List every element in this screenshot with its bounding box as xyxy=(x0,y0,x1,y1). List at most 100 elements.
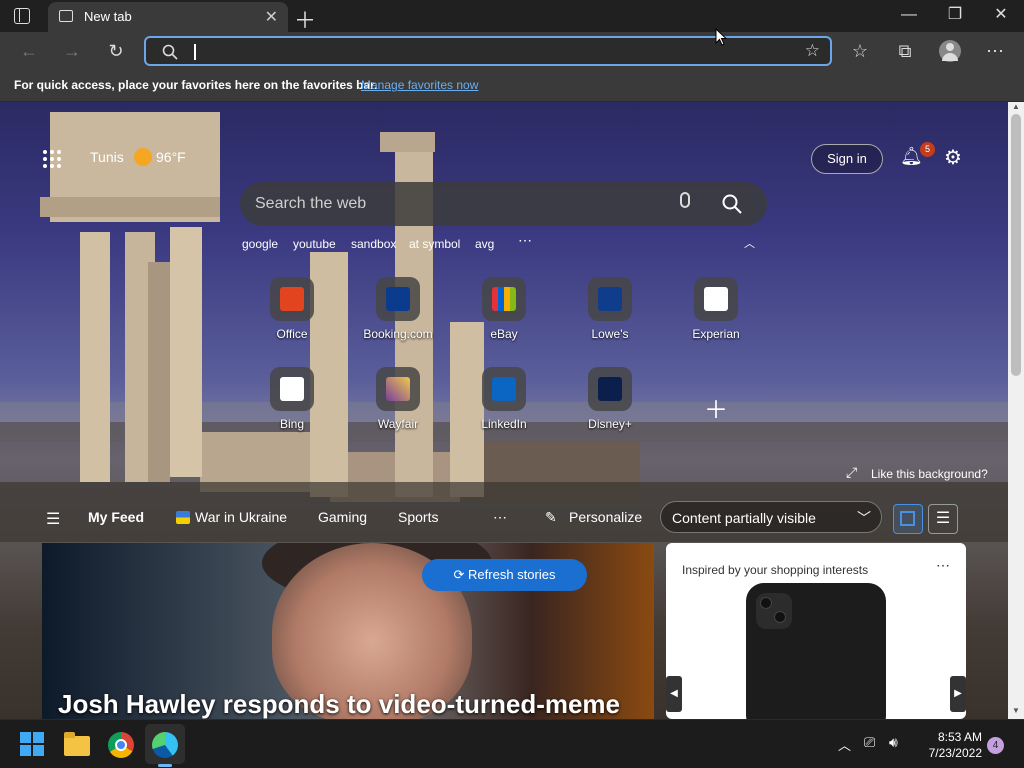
close-tab-icon[interactable]: ✕ xyxy=(265,7,278,27)
volume-icon[interactable]: 🔊︎ xyxy=(889,734,898,751)
favorites-icon[interactable]: ☆ xyxy=(845,36,875,66)
text-caret xyxy=(194,44,196,60)
refresh-icon: ⟳ xyxy=(453,567,469,582)
list-view-button[interactable]: ☰ xyxy=(928,504,958,534)
quick-link-label: Bing xyxy=(279,417,305,431)
refresh-stories-button[interactable]: ⟳ Refresh stories xyxy=(422,559,587,591)
address-bar[interactable]: ☆ xyxy=(144,36,832,66)
suggestion-at-symbol[interactable]: at symbol xyxy=(409,237,460,251)
search-icon xyxy=(162,44,178,60)
edge-icon[interactable] xyxy=(152,732,178,758)
web-search-box[interactable]: Search the web xyxy=(240,182,767,226)
tab-new-tab[interactable]: New tab ✕ xyxy=(48,2,288,32)
content-visibility-dropdown[interactable]: Content partially visible ﹀ xyxy=(660,501,882,533)
my-feed-tab[interactable]: My Feed xyxy=(88,509,144,525)
clock-date: 7/23/2022 xyxy=(928,746,982,760)
tab-actions-icon[interactable] xyxy=(14,8,30,24)
quick-link-booking[interactable] xyxy=(376,277,420,321)
profile-avatar[interactable] xyxy=(939,40,961,62)
booking-icon xyxy=(386,287,410,311)
list-view-icon: ☰ xyxy=(935,510,951,527)
hamburger-menu-icon[interactable]: ☰ xyxy=(46,509,60,529)
more-suggestions-icon[interactable]: ⋯ xyxy=(518,232,532,249)
ebay-icon xyxy=(492,287,516,311)
suggestion-sandbox[interactable]: sandbox xyxy=(351,237,396,251)
more-menu-icon[interactable]: ⋯ xyxy=(980,36,1010,66)
back-button[interactable]: ← xyxy=(14,36,44,66)
notification-center-badge[interactable]: 4 xyxy=(987,737,1004,754)
more-feed-tabs-icon[interactable]: ⋯ xyxy=(493,509,507,526)
close-window-button[interactable]: ✕ xyxy=(978,0,1024,32)
new-tab-plus-icon[interactable]: ＋ xyxy=(294,3,316,35)
add-quick-link-icon[interactable]: ＋ xyxy=(704,390,728,425)
refresh-button[interactable]: ↻ xyxy=(101,36,131,66)
quick-link-bing[interactable] xyxy=(270,367,314,411)
search-placeholder: Search the web xyxy=(255,195,367,212)
minimize-button[interactable]: — xyxy=(886,0,932,32)
shopping-card[interactable]: Inspired by your shopping interests ⋯ xyxy=(666,543,966,719)
manage-favorites-link[interactable]: Manage favorites now xyxy=(361,78,478,92)
microphone-icon[interactable] xyxy=(680,192,690,208)
suggestion-youtube[interactable]: youtube xyxy=(293,237,336,251)
quick-link-label: Office xyxy=(276,327,308,341)
pencil-icon: ✎ xyxy=(545,509,557,525)
quick-link-office[interactable] xyxy=(270,277,314,321)
linkedin-icon xyxy=(492,377,516,401)
notification-badge: 5 xyxy=(920,142,935,157)
scrollbar-thumb[interactable] xyxy=(1011,114,1021,376)
quick-link-ebay[interactable] xyxy=(482,277,526,321)
sign-in-button[interactable]: Sign in xyxy=(811,144,883,174)
quick-link-label: LinkedIn xyxy=(481,417,527,431)
file-explorer-icon[interactable] xyxy=(64,732,90,758)
quick-link-lowes[interactable] xyxy=(588,277,632,321)
mouse-cursor xyxy=(715,28,727,46)
disney-plus-icon xyxy=(598,377,622,401)
add-favorite-icon[interactable]: ☆ xyxy=(805,41,820,61)
start-windows-icon[interactable] xyxy=(20,732,46,758)
system-clock[interactable]: 8:53 AM 7/23/2022 xyxy=(920,729,982,761)
carousel-next-button[interactable]: ▶ xyxy=(950,676,966,712)
forward-button[interactable]: → xyxy=(57,36,87,66)
bing-icon xyxy=(280,377,304,401)
weather-temp[interactable]: 96°F xyxy=(156,149,186,165)
quick-link-experian[interactable] xyxy=(694,277,738,321)
active-app-indicator xyxy=(158,764,172,767)
scroll-down-icon[interactable]: ▼ xyxy=(1012,706,1020,715)
quick-link-disney[interactable] xyxy=(588,367,632,411)
collections-icon[interactable]: ⧉ xyxy=(890,36,920,66)
expand-icon[interactable]: ⤢ xyxy=(846,464,857,481)
address-input[interactable] xyxy=(190,42,790,62)
restore-button[interactable]: ❐ xyxy=(932,0,978,32)
quick-link-label: Disney+ xyxy=(588,417,632,431)
notification-bell-icon[interactable]: 🔔︎ xyxy=(900,146,923,170)
news-headline[interactable]: Josh Hawley responds to video-turned-mem… xyxy=(58,689,620,719)
page-scrollbar[interactable]: ▲ ▼ xyxy=(1008,102,1024,719)
feed-navigation: ☰ My Feed War in Ukraine Gaming Sports ⋯… xyxy=(0,495,1008,539)
navigation-toolbar: ← → ↻ ☆ ☆ ⧉ ⋯ xyxy=(0,32,1024,70)
settings-gear-icon[interactable]: ⚙ xyxy=(944,145,962,170)
feed-tab-ukraine[interactable]: War in Ukraine xyxy=(195,509,287,525)
tray-chevron-icon[interactable]: ︿ xyxy=(838,735,851,754)
like-background-link[interactable]: Like this background? xyxy=(871,467,988,481)
feed-tab-sports[interactable]: Sports xyxy=(398,509,438,525)
phone-image xyxy=(746,583,886,719)
collapse-chevron-icon[interactable]: ︿ xyxy=(744,235,755,251)
network-icon[interactable]: ⎚ xyxy=(864,734,875,751)
quick-link-wayfair[interactable] xyxy=(376,367,420,411)
suggestion-google[interactable]: google xyxy=(242,237,278,251)
weather-city[interactable]: Tunis xyxy=(90,149,124,165)
experian-icon xyxy=(704,287,728,311)
apps-grid-icon[interactable] xyxy=(43,150,61,168)
card-more-options-icon[interactable]: ⋯ xyxy=(936,557,950,574)
feed-tab-gaming[interactable]: Gaming xyxy=(318,509,367,525)
suggestion-avg[interactable]: avg xyxy=(475,237,494,251)
grid-view-button[interactable] xyxy=(893,504,923,534)
scroll-up-icon[interactable]: ▲ xyxy=(1012,102,1020,111)
carousel-prev-button[interactable]: ◀ xyxy=(666,676,682,712)
shopping-card-title: Inspired by your shopping interests xyxy=(682,563,869,577)
chrome-icon[interactable] xyxy=(108,732,134,758)
sun-icon xyxy=(134,148,152,166)
personalize-button[interactable]: Personalize xyxy=(569,509,642,525)
quick-link-linkedin[interactable] xyxy=(482,367,526,411)
search-submit-icon[interactable] xyxy=(722,194,742,214)
